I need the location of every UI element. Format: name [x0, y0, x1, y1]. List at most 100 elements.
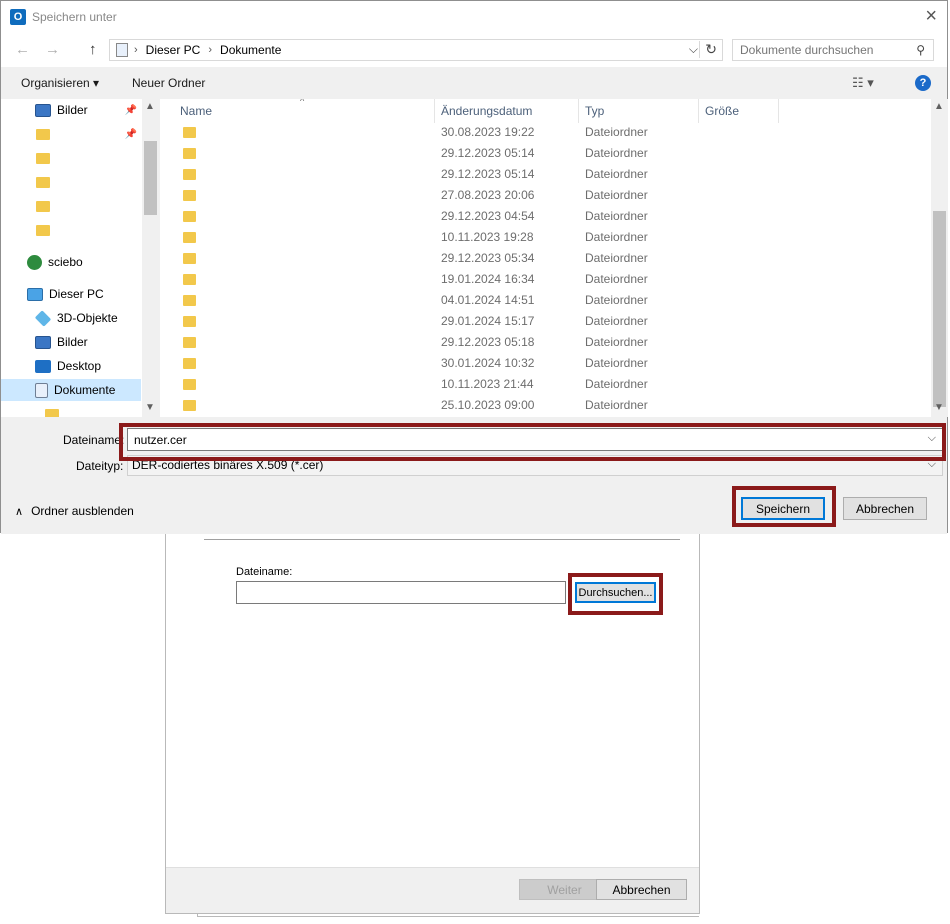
pin-icon: 📌	[124, 128, 137, 140]
search-box[interactable]: ⚲	[732, 39, 934, 61]
file-type: Dateiordner	[585, 209, 648, 223]
sidebar-item-label: Bilder	[57, 103, 88, 117]
highlight-browse-button	[568, 573, 663, 615]
file-row[interactable]: 29.12.2023 05:18 Dateiordner	[160, 332, 930, 353]
scrollbar-thumb[interactable]	[933, 211, 946, 407]
file-row[interactable]: 29.01.2024 15:17 Dateiordner	[160, 311, 930, 332]
sidebar-item-desktop[interactable]: Desktop	[1, 355, 141, 377]
scroll-down-icon[interactable]: ▼	[145, 402, 155, 413]
file-row[interactable]: 19.01.2024 16:34 Dateiordner	[160, 269, 930, 290]
navigation-scrollbar[interactable]: ▲ ▼	[142, 99, 159, 417]
sidebar-item-folder[interactable]	[1, 147, 141, 169]
sidebar-item-pictures-quick[interactable]: Bilder 📌	[1, 99, 141, 121]
new-folder-button[interactable]: Neuer Ordner	[132, 76, 205, 90]
wizard-footer: Weiter Abbrechen	[166, 867, 699, 913]
chevron-right-icon: ›	[208, 44, 213, 56]
search-icon[interactable]: ⚲	[916, 43, 925, 57]
folder-icon	[183, 253, 196, 264]
file-row[interactable]: 29.12.2023 04:54 Dateiordner	[160, 206, 930, 227]
file-row[interactable]: 30.08.2023 19:22 Dateiordner	[160, 122, 930, 143]
certificate-export-wizard: Dateiname: Durchsuchen... Weiter Abbrech…	[165, 500, 700, 914]
sidebar-item-label: 3D-Objekte	[57, 311, 118, 325]
column-header-type[interactable]: Typ	[579, 99, 699, 123]
file-row[interactable]: 29.12.2023 05:14 Dateiordner	[160, 164, 930, 185]
desktop-icon	[35, 359, 51, 373]
file-date: 04.01.2024 14:51	[441, 293, 535, 307]
sidebar-item-folder[interactable]	[1, 403, 141, 417]
file-type: Dateiordner	[585, 188, 648, 202]
file-type: Dateiordner	[585, 398, 648, 412]
file-type: Dateiordner	[585, 167, 648, 181]
file-date: 30.01.2024 10:32	[441, 356, 535, 370]
sidebar-item-label: Dokumente	[54, 383, 116, 397]
column-header-size[interactable]: Größe	[699, 99, 779, 123]
folder-icon	[183, 316, 196, 327]
breadcrumb-documents[interactable]: Dokumente	[220, 43, 281, 57]
file-row[interactable]: 10.11.2023 19:28 Dateiordner	[160, 227, 930, 248]
computer-icon	[27, 287, 43, 301]
chevron-down-icon[interactable]: ⌵	[689, 42, 698, 57]
file-type: Dateiordner	[585, 335, 648, 349]
outlook-icon: O	[10, 9, 26, 25]
folder-icon	[45, 408, 59, 417]
file-date: 10.11.2023 19:28	[441, 230, 534, 244]
file-row[interactable]: 30.01.2024 10:32 Dateiordner	[160, 353, 930, 374]
file-type: Dateiordner	[585, 251, 648, 265]
sidebar-item-folder[interactable]	[1, 219, 141, 241]
sidebar-item-this-pc[interactable]: Dieser PC	[1, 283, 141, 305]
close-icon[interactable]: ×	[925, 5, 937, 28]
file-list-scrollbar[interactable]: ▲ ▼	[931, 99, 948, 417]
file-date: 19.01.2024 16:34	[441, 272, 535, 286]
sidebar-item-folder[interactable]: 📌	[1, 123, 141, 145]
wizard-filename-input[interactable]	[236, 581, 566, 604]
up-arrow-icon[interactable]: ↑	[89, 41, 97, 58]
documents-folder-icon	[116, 43, 128, 57]
back-arrow-icon[interactable]: ←	[15, 41, 30, 58]
file-row[interactable]: 25.10.2023 09:00 Dateiordner	[160, 395, 930, 416]
sidebar-item-sciebo[interactable]: sciebo	[1, 251, 141, 273]
forward-arrow-icon[interactable]: →	[45, 41, 60, 58]
sidebar-item-3d-objects[interactable]: 3D-Objekte	[1, 307, 141, 329]
highlight-save-button	[732, 486, 836, 527]
cancel-button[interactable]: Abbrechen	[843, 497, 927, 520]
dialog-title: Speichern unter	[32, 10, 117, 24]
scroll-up-icon[interactable]: ▲	[934, 101, 944, 112]
organize-button[interactable]: Organisieren ▾	[21, 76, 99, 90]
scroll-up-icon[interactable]: ▲	[145, 101, 155, 112]
column-header-name[interactable]: Name	[174, 99, 435, 123]
file-row[interactable]: 27.08.2023 20:06 Dateiordner	[160, 185, 930, 206]
breadcrumb-this-pc[interactable]: Dieser PC	[146, 43, 201, 57]
file-date: 29.12.2023 04:54	[441, 209, 535, 223]
address-bar[interactable]: › Dieser PC › Dokumente ⌵ ↻	[109, 39, 723, 61]
file-row[interactable]: 04.01.2024 14:51 Dateiordner	[160, 290, 930, 311]
sidebar-item-folder[interactable]	[1, 171, 141, 193]
file-date: 29.12.2023 05:14	[441, 167, 535, 181]
file-row[interactable]: 29.12.2023 05:34 Dateiordner	[160, 248, 930, 269]
file-row[interactable]: 10.11.2023 21:44 Dateiordner	[160, 374, 930, 395]
chevron-up-icon: ∧	[15, 505, 24, 518]
sciebo-icon	[27, 254, 42, 270]
filetype-label: Dateityp:	[76, 459, 124, 473]
folder-icon	[183, 358, 196, 369]
folder-icon	[183, 232, 196, 243]
sidebar-item-folder[interactable]	[1, 195, 141, 217]
wizard-cancel-button[interactable]: Abbrechen	[596, 879, 687, 900]
search-input[interactable]	[738, 41, 908, 59]
filename-label: Dateiname:	[63, 433, 125, 447]
scroll-down-icon[interactable]: ▼	[934, 402, 944, 413]
file-date: 30.08.2023 19:22	[441, 125, 535, 139]
highlight-filename-field	[119, 423, 946, 461]
view-options-icon[interactable]: ☷ ▾	[852, 75, 874, 91]
folder-icon	[183, 211, 196, 222]
hide-folders-toggle[interactable]: ∧ Ordner ausblenden	[15, 504, 134, 518]
column-header-date[interactable]: Änderungsdatum	[435, 99, 579, 123]
file-row[interactable]: 29.12.2023 05:14 Dateiordner	[160, 143, 930, 164]
help-icon[interactable]: ?	[915, 75, 931, 91]
sidebar-item-pictures[interactable]: Bilder	[1, 331, 141, 353]
folder-icon	[183, 127, 196, 138]
file-date: 29.12.2023 05:34	[441, 251, 535, 265]
title-bar: O Speichern unter ×	[1, 1, 947, 33]
refresh-icon[interactable]: ↻	[699, 41, 717, 58]
scrollbar-thumb[interactable]	[144, 141, 157, 215]
sidebar-item-documents[interactable]: Dokumente	[1, 379, 141, 401]
